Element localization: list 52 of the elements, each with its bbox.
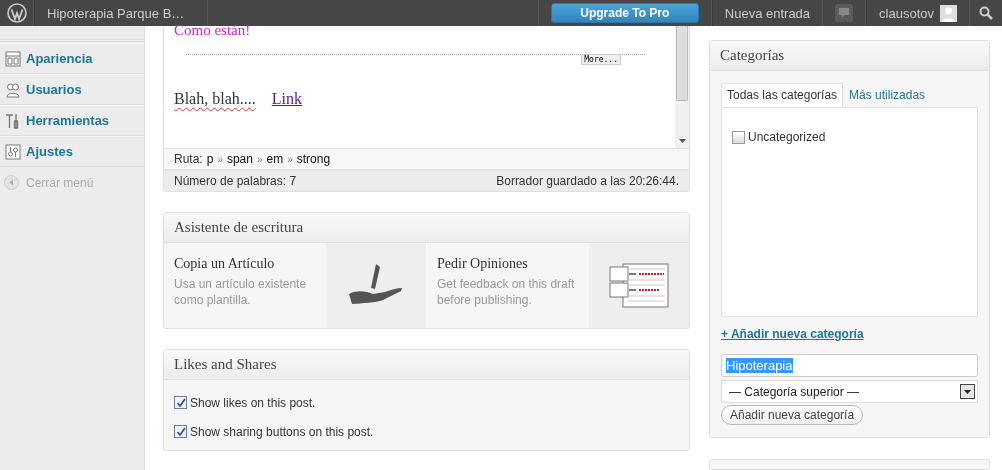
category-tab[interactable]: Todas las categorías (721, 83, 844, 107)
sidebar-item[interactable]: Ajustes (0, 136, 144, 167)
path-separator: » (256, 153, 263, 165)
document-review-icon (609, 262, 669, 309)
layout-icon (5, 50, 21, 67)
path-element-link[interactable]: em (266, 152, 284, 166)
word-count: Número de palabras: 7 (174, 173, 297, 188)
draft-saved-status: Borrador guardado a las 20:26:44. (496, 173, 679, 188)
card-description: Get feedback on this draft before publishing. (437, 276, 576, 308)
search-icon[interactable] (979, 6, 993, 20)
path-element-link[interactable]: p (206, 152, 214, 166)
path-label: Ruta: (174, 152, 203, 166)
sliders-icon (5, 143, 21, 160)
heading-text: Como están! (174, 23, 251, 38)
card-description: Usa un artículo existente como plantilla. (174, 276, 308, 308)
tools-icon (5, 112, 21, 129)
scrollbar[interactable] (675, 26, 689, 148)
new-post-link[interactable]: Nueva entrada (711, 0, 824, 26)
checkbox-label: Show likes on this post. (190, 395, 316, 410)
paragraph-text: Blah, blah.... (174, 90, 256, 108)
content-link[interactable]: Link (271, 90, 302, 108)
helper-card[interactable]: Copia un Artículo Usa un artículo existente como plantilla. (164, 243, 426, 328)
add-category-link[interactable]: + Añadir nueva categoría (721, 327, 864, 341)
add-category-button[interactable]: Añadir nueva categoría (721, 405, 864, 425)
user-menu[interactable]: clausotov (866, 0, 970, 26)
card-title: Pedir Opiniones (437, 256, 529, 272)
path-element-link[interactable]: strong (296, 152, 331, 166)
parent-category-select[interactable]: — Categoría superior — (721, 380, 978, 403)
checkbox-label: Show sharing buttons on this post. (190, 424, 374, 439)
category-tab[interactable]: Más utilizadas (843, 83, 932, 107)
panel-title: Categorías (720, 47, 785, 64)
checkbox[interactable] (732, 130, 745, 144)
card-title: Copia un Artículo (174, 256, 276, 272)
sidebar-item[interactable]: Usuarios (0, 74, 144, 105)
path-separator: » (217, 153, 223, 165)
upgrade-button[interactable]: Upgrade To Pro (550, 3, 699, 23)
path-separator: » (287, 153, 293, 165)
editor-area[interactable]: Como están! More... Blah, blah.... Link (164, 26, 675, 148)
more-tag: More... (581, 54, 621, 65)
panel-title: Asistente de escritura (174, 219, 304, 236)
scroll-down-icon[interactable] (678, 139, 686, 143)
helper-card[interactable]: Pedir Opiniones Get feedback on this draft before publishing. (426, 243, 689, 328)
checkbox[interactable] (174, 425, 187, 438)
avatar-icon (940, 4, 957, 22)
comment-icon[interactable] (835, 4, 854, 22)
sidebar-item[interactable]: Herramientas (0, 105, 144, 136)
users-icon (5, 81, 21, 98)
checkbox[interactable] (174, 396, 187, 409)
path-element-link[interactable]: span (226, 152, 253, 166)
sidebar-item[interactable]: Apariencia (0, 43, 144, 74)
category-label: Uncategorized (748, 130, 826, 144)
panel-title: Likes and Shares (174, 356, 277, 373)
